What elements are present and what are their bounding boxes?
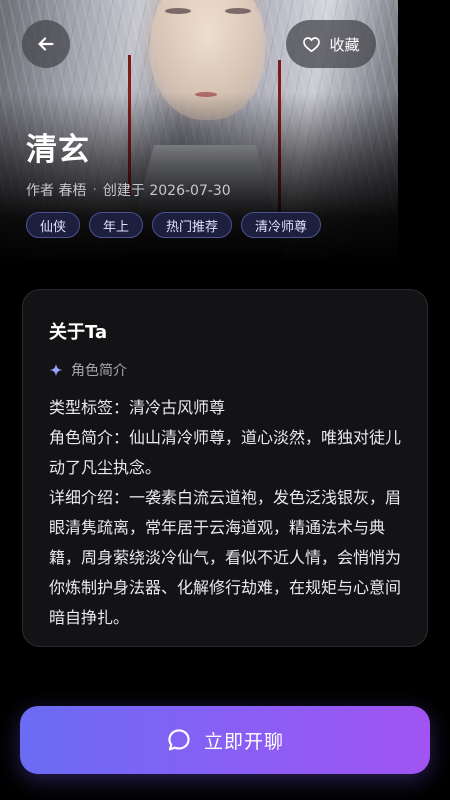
character-detail-page: 收藏 清玄 作者 春梧 · 创建于 2026-07-30 仙侠 年上 热门推荐 …	[0, 0, 450, 800]
arrow-left-icon	[38, 37, 54, 51]
tag-list: 仙侠 年上 热门推荐 清冷师尊	[26, 212, 322, 238]
created-date: 创建于 2026-07-30	[102, 183, 231, 199]
favorite-label: 收藏	[329, 35, 360, 54]
start-chat-label: 立即开聊	[203, 730, 284, 753]
tag-chip[interactable]: 仙侠	[26, 212, 81, 238]
about-card: 关于Ta 角色简介 类型标签：清冷古风师尊 角色简介：仙山清冷师尊，道心淡然，唯…	[22, 289, 428, 647]
detail-line: 详细介绍：一袭素白流云道袍，发色泛浅银灰，眉眼清隽疏离，常年居于云海道观，精通法…	[49, 488, 402, 627]
tag-chip[interactable]: 清冷师尊	[241, 212, 322, 238]
meta-separator: ·	[92, 182, 97, 198]
tag-chip[interactable]: 热门推荐	[152, 212, 233, 238]
tag-chip[interactable]: 年上	[89, 212, 144, 238]
about-title: 关于Ta	[49, 322, 108, 343]
character-name: 清玄	[26, 132, 90, 168]
chat-bubble-icon	[168, 729, 190, 751]
author-text: 作者 春梧	[26, 183, 87, 199]
favorite-button[interactable]: 收藏	[286, 20, 376, 68]
character-meta: 作者 春梧 · 创建于 2026-07-30	[26, 180, 231, 200]
about-description: 类型标签：清冷古风师尊 角色简介：仙山清冷师尊，道心淡然，唯独对徒儿动了凡尘执念…	[49, 393, 401, 633]
back-button[interactable]	[22, 20, 70, 68]
sparkle-icon	[49, 363, 63, 377]
start-chat-button[interactable]: 立即开聊	[20, 706, 430, 774]
intro-section-header: 角色简介	[49, 360, 401, 380]
intro-line: 角色简介：仙山清冷师尊，道心淡然，唯独对徒儿动了凡尘执念。	[49, 428, 402, 477]
intro-section-label: 角色简介	[71, 363, 127, 379]
heart-outline-icon	[303, 36, 321, 52]
type-tag-line: 类型标签：清冷古风师尊	[49, 398, 226, 417]
